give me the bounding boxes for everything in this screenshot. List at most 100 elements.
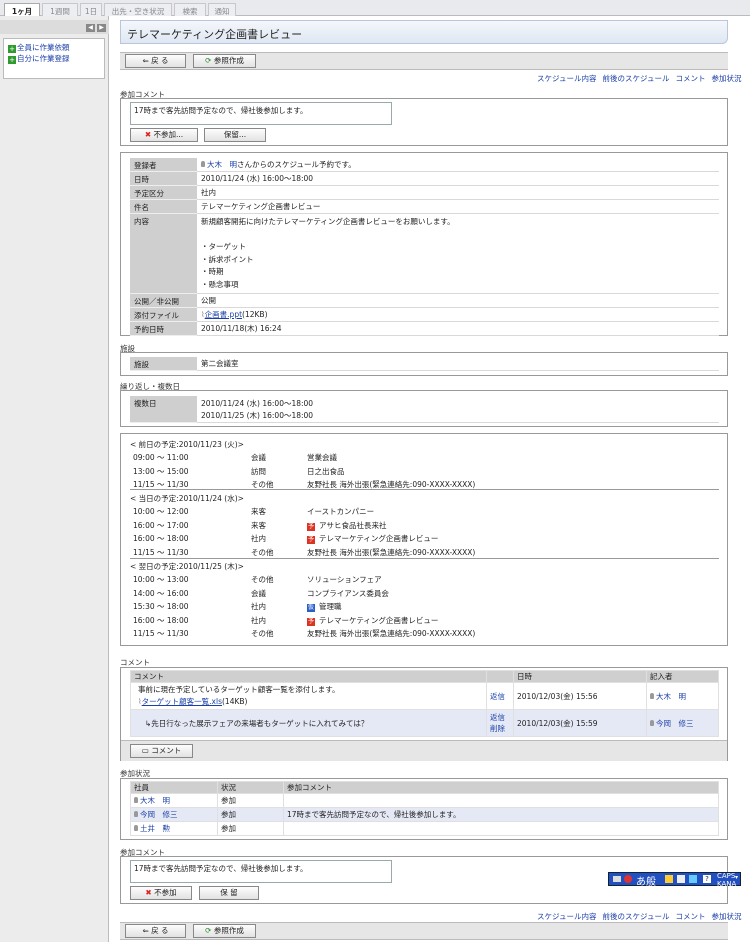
dictionary-icon[interactable] — [689, 875, 697, 883]
bullet-item: ・ターゲット — [201, 242, 246, 251]
bottom-button-bar: ⇐ 戻 る ⟳ 参照作成 — [120, 922, 728, 940]
field-value: 公開 — [197, 293, 719, 308]
content-bullets: ・ターゲット ・訴求ポイント ・時期 ・懸念事項 — [201, 241, 715, 291]
next-day-header: < 翌日の予定:2010/11/25 (木)> — [130, 562, 244, 571]
collapse-left-icon[interactable]: ◀ — [86, 24, 95, 32]
page-title-bar: テレマーケティング企画書レビュー — [120, 20, 728, 44]
field-label: 予約日時 — [130, 321, 197, 336]
field-value: 2010/11/24 (水) 16:00～18:00 2010/11/25 (木)… — [197, 396, 719, 423]
sch-category: 会議 — [251, 453, 266, 462]
registrant-link[interactable]: 大木 明 — [201, 160, 237, 169]
sch-title-text: テレマーケティング企画書レビュー — [319, 615, 439, 625]
participation-comment-input[interactable]: 17時まで客先訪問予定なので、帰社後参加します。 — [130, 102, 392, 125]
column-header: 記入者 — [646, 670, 719, 683]
sch-title: コンプライアンス委員会 — [307, 588, 389, 598]
sch-category: 社内 — [251, 615, 266, 625]
sch-time: 11/15 ～ 11/30 — [133, 547, 189, 557]
tab-week[interactable]: 1週間 — [42, 3, 78, 16]
sidebar-item-register-self[interactable]: + 自分に作業登録 — [8, 53, 70, 64]
x-icon: ✖ — [145, 888, 155, 897]
bullet-item: ・時期 — [201, 267, 224, 276]
back-button-bottom[interactable]: ⇐ 戻 る — [125, 924, 186, 938]
ime-menu-chevron-icon[interactable]: ▾ — [735, 874, 738, 885]
field-value: 大木 明さんからのスケジュール予約です。 — [197, 158, 719, 172]
hold-button-bottom[interactable]: 保 留 — [199, 886, 259, 900]
decline-button-bottom[interactable]: ✖ 不参加 — [130, 886, 192, 900]
table-header-row: 社員 状況 参加コメント — [130, 781, 719, 794]
reply-link[interactable]: 返信 — [486, 682, 514, 710]
member-link[interactable]: 大木 明 — [134, 796, 170, 805]
hold-button[interactable]: 保留... — [204, 128, 266, 142]
schedule-details: 登録者 大木 明さんからのスケジュール予約です。 日時 2010/11/24 (水)… — [120, 152, 728, 336]
scheduled-icon: 予 — [307, 617, 315, 626]
attachment-link[interactable]: 企画書.ppt — [205, 310, 242, 319]
caps-kana-indicator: CAPS KANA — [717, 873, 736, 888]
reference-create-button-bottom[interactable]: ⟳ 参照作成 — [193, 924, 256, 938]
keyboard-icon[interactable] — [613, 876, 621, 882]
tab-month[interactable]: 1ヶ月 — [4, 3, 40, 17]
column-header: コメント — [130, 670, 487, 683]
plus-icon: + — [8, 56, 16, 64]
author-link[interactable]: 大木 明 — [650, 692, 686, 701]
sch-category: その他 — [251, 575, 274, 584]
help-icon[interactable]: ? — [703, 875, 711, 883]
link-nearby-schedule[interactable]: 前後のスケジュール — [602, 74, 669, 83]
sch-category: その他 — [251, 547, 274, 557]
pad-icon[interactable] — [665, 875, 673, 883]
table-row: 今岡 修三 参加 17時まで客先訪問予定なので、帰社後参加します。 — [130, 807, 719, 822]
add-comment-button[interactable]: ▭ コメント — [130, 744, 193, 758]
link-participation[interactable]: 参加状況 — [711, 74, 741, 83]
link-comments[interactable]: コメント — [675, 74, 705, 83]
ime-mode[interactable]: あ般 — [636, 873, 656, 888]
author-link[interactable]: 今岡 修三 — [650, 719, 694, 728]
field-label: 登録者 — [130, 158, 197, 172]
status-table: 社員 状況 参加コメント 大木 明参加 今岡 修三 参加 17時まで客先訪問予定なので、… — [130, 781, 719, 836]
comment-date: 2010/12/03(金) 15:56 — [513, 682, 647, 710]
field-value: 社内 — [197, 185, 719, 200]
decline-button[interactable]: ✖ 不参加... — [130, 128, 198, 142]
ime-toolbar[interactable]: あ般 ? CAPS KANA ▾ — [608, 872, 741, 888]
table-row: 登録者 大木 明さんからのスケジュール予約です。 — [130, 158, 719, 172]
member-link[interactable]: 土井 勲 — [134, 824, 170, 833]
sch-title: 日之出食品 — [307, 466, 345, 476]
comment-attachment-link[interactable]: ターゲット顧客一覧.xls — [142, 697, 222, 706]
ime-status-icon[interactable] — [624, 875, 632, 883]
sch-time: 16:00 ～ 18:00 — [133, 615, 189, 625]
tool-icon[interactable] — [677, 875, 685, 883]
link-nearby-schedule[interactable]: 前後のスケジュール — [602, 912, 669, 921]
tab-notify[interactable]: 通知 — [208, 3, 236, 16]
table-row: 予約日時 2010/11/18(木) 16:24 — [130, 321, 719, 336]
link-participation[interactable]: 参加状況 — [711, 912, 741, 921]
sch-time: 10:00 ～ 13:00 — [133, 575, 189, 584]
tab-search[interactable]: 検索 — [174, 3, 206, 16]
participation-comment-input-bottom[interactable]: 17時まで客先訪問予定なので、帰社後参加します。 — [130, 860, 392, 883]
member-comment — [283, 821, 719, 836]
field-label: 公開／非公開 — [130, 293, 197, 308]
link-comments[interactable]: コメント — [675, 912, 705, 921]
collapse-right-icon[interactable]: ▶ — [97, 24, 106, 32]
link-schedule-content[interactable]: スケジュール内容 — [537, 74, 596, 83]
section-links-top: スケジュール内容 前後のスケジュール コメント 参加状況 — [531, 73, 741, 84]
author-cell: 大木 明 — [646, 682, 719, 710]
member-status: 参加 — [217, 807, 284, 822]
back-button[interactable]: ⇐ 戻 る — [125, 54, 186, 68]
table-row: 公開／非公開 公開 — [130, 293, 719, 308]
field-value: テレマーケティング企画書レビュー — [197, 199, 719, 214]
member-link[interactable]: 今岡 修三 — [134, 810, 178, 819]
sch-title: 仮管理職 — [307, 601, 342, 612]
sidebar-item-request-all[interactable]: + 全員に作業依頼 — [8, 42, 70, 53]
sch-category: 社内 — [251, 534, 266, 543]
comments-table: コメント 日時 記入者 事前に現在予定しているターゲット顧客一覧を添付します。 ⌇ター… — [130, 670, 719, 737]
delete-link[interactable]: 削除 — [490, 723, 510, 734]
reply-link[interactable]: 返信 — [490, 712, 510, 723]
member-cell: 今岡 修三 — [130, 807, 218, 822]
sch-category: 訪問 — [251, 466, 266, 476]
sidebar-menu: + 全員に作業依頼 + 自分に作業登録 — [3, 38, 105, 79]
reference-create-button[interactable]: ⟳ 参照作成 — [193, 54, 256, 68]
tab-day[interactable]: 1日 — [80, 3, 102, 16]
tab-availability[interactable]: 出先・空き状況 — [104, 3, 172, 16]
sch-category: 来客 — [251, 507, 266, 516]
link-schedule-content[interactable]: スケジュール内容 — [537, 912, 596, 921]
nearby-schedules: < 前日の予定:2010/11/23 (火)> 09:00 ～ 11:00 会議 営… — [120, 433, 728, 646]
table-row: 施設 第二会議室 — [130, 357, 719, 371]
